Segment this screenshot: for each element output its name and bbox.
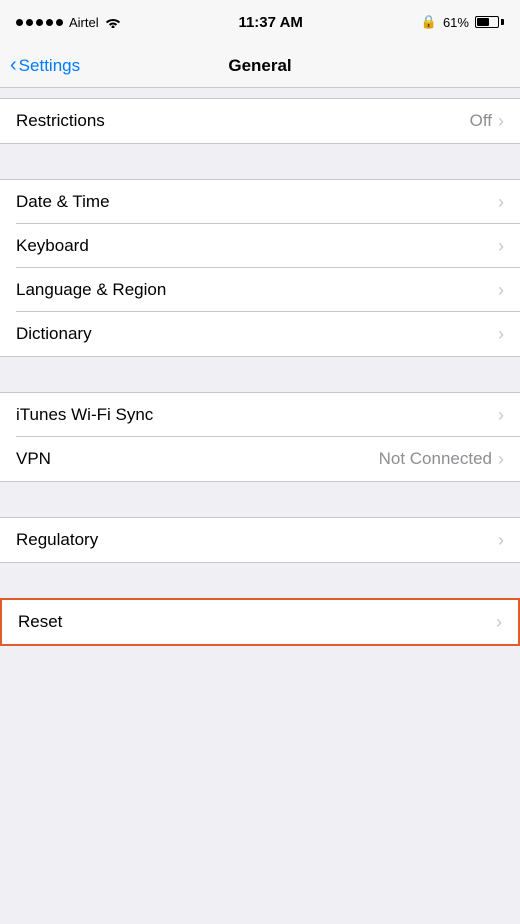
- restrictions-chevron-icon: ›: [498, 111, 504, 132]
- reset-chevron-icon: ›: [496, 612, 502, 633]
- dictionary-chevron-icon: ›: [498, 324, 504, 345]
- lock-icon: 🔒: [421, 14, 437, 30]
- vpn-right: Not Connected ›: [379, 449, 504, 470]
- vpn-value: Not Connected: [379, 449, 492, 469]
- regulatory-chevron-icon: ›: [498, 530, 504, 551]
- status-right: 🔒 61%: [421, 14, 504, 30]
- section-gap-4: [0, 482, 520, 517]
- regulatory-right: ›: [498, 530, 504, 551]
- back-label: Settings: [19, 56, 80, 76]
- keyboard-right: ›: [498, 236, 504, 257]
- language-row[interactable]: Language & Region ›: [0, 268, 520, 312]
- keyboard-label: Keyboard: [16, 236, 89, 256]
- datetime-label: Date & Time: [16, 192, 110, 212]
- regulatory-row[interactable]: Regulatory ›: [0, 518, 520, 562]
- keyboard-row[interactable]: Keyboard ›: [0, 224, 520, 268]
- restrictions-label: Restrictions: [16, 111, 105, 131]
- language-chevron-icon: ›: [498, 280, 504, 301]
- section-gap-1: [0, 88, 520, 98]
- regulatory-label: Regulatory: [16, 530, 98, 550]
- status-bar: Airtel 11:37 AM 🔒 61%: [0, 0, 520, 44]
- restrictions-right: Off ›: [470, 111, 504, 132]
- back-button[interactable]: ‹ Settings: [10, 56, 80, 76]
- datetime-right: ›: [498, 192, 504, 213]
- dictionary-label: Dictionary: [16, 324, 92, 344]
- reset-right: ›: [496, 612, 502, 633]
- vpn-chevron-icon: ›: [498, 449, 504, 470]
- keyboard-chevron-icon: ›: [498, 236, 504, 257]
- section-gap-2: [0, 144, 520, 179]
- dictionary-row[interactable]: Dictionary ›: [0, 312, 520, 356]
- regulatory-section: Regulatory ›: [0, 517, 520, 563]
- dictionary-right: ›: [498, 324, 504, 345]
- battery-percentage: 61%: [443, 15, 469, 30]
- vpn-label: VPN: [16, 449, 51, 469]
- battery-icon: [475, 16, 504, 28]
- datetime-row[interactable]: Date & Time ›: [0, 180, 520, 224]
- carrier-label: Airtel: [69, 15, 99, 30]
- restrictions-section: Restrictions Off ›: [0, 98, 520, 144]
- reset-label: Reset: [18, 612, 62, 632]
- section-gap-5: [0, 563, 520, 598]
- datetime-section: Date & Time › Keyboard › Language & Regi…: [0, 179, 520, 357]
- signal-icon: [16, 19, 63, 26]
- itunes-label: iTunes Wi-Fi Sync: [16, 405, 153, 425]
- language-label: Language & Region: [16, 280, 166, 300]
- vpn-row[interactable]: VPN Not Connected ›: [0, 437, 520, 481]
- language-right: ›: [498, 280, 504, 301]
- page-title: General: [228, 56, 291, 76]
- itunes-section: iTunes Wi-Fi Sync › VPN Not Connected ›: [0, 392, 520, 482]
- wifi-icon: [105, 16, 121, 28]
- status-time: 11:37 AM: [238, 14, 302, 31]
- itunes-row[interactable]: iTunes Wi-Fi Sync ›: [0, 393, 520, 437]
- reset-highlight-border: Reset ›: [0, 598, 520, 646]
- reset-row[interactable]: Reset ›: [2, 600, 518, 644]
- status-left: Airtel: [16, 15, 121, 30]
- restrictions-row[interactable]: Restrictions Off ›: [0, 99, 520, 143]
- back-chevron-icon: ‹: [10, 55, 17, 75]
- nav-bar: ‹ Settings General: [0, 44, 520, 88]
- itunes-chevron-icon: ›: [498, 405, 504, 426]
- reset-section: Reset ›: [2, 600, 518, 644]
- itunes-right: ›: [498, 405, 504, 426]
- datetime-chevron-icon: ›: [498, 192, 504, 213]
- restrictions-value: Off: [470, 111, 492, 131]
- carrier-info: Airtel: [16, 15, 121, 30]
- settings-list: Restrictions Off › Date & Time › Keyboar…: [0, 88, 520, 646]
- section-gap-3: [0, 357, 520, 392]
